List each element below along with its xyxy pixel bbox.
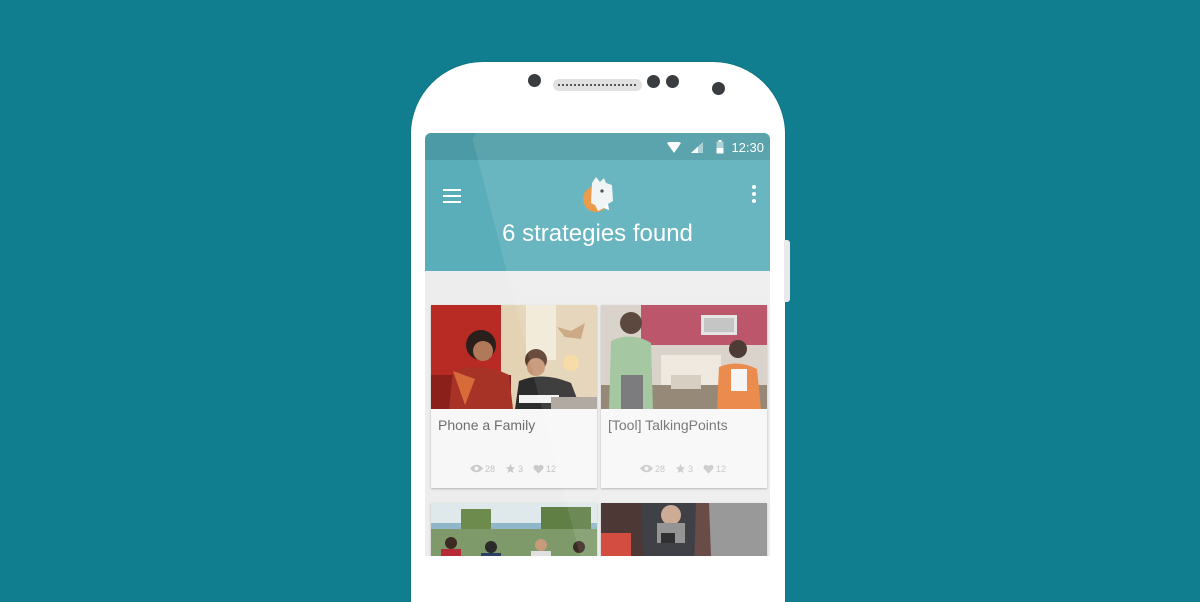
page-title: 6 strategies found: [502, 220, 693, 247]
card-stats: 28 3 12: [640, 463, 726, 474]
app-bar: 6 strategies found: [425, 160, 770, 271]
front-camera: [528, 74, 541, 87]
proximity-sensor: [647, 75, 660, 88]
strategy-card[interactable]: [Tool] TalkingPoints 28 3 12: [601, 305, 767, 488]
card-stats: 28 3 12: [470, 463, 556, 474]
star-count: 3: [518, 463, 524, 474]
strategy-card[interactable]: [431, 503, 597, 556]
wifi-icon: [667, 142, 681, 153]
view-count: 28: [655, 463, 666, 474]
star-count: 3: [688, 463, 694, 474]
like-count: 12: [716, 463, 727, 474]
light-sensor: [666, 75, 679, 88]
card-photo: [431, 305, 597, 409]
status-time: 12:30: [731, 140, 764, 155]
earpiece-speaker: [553, 79, 642, 91]
eye-icon: [470, 464, 483, 473]
card-title: [Tool] TalkingPoints: [608, 417, 728, 433]
star-icon: [505, 463, 516, 474]
card-title: Phone a Family: [438, 417, 536, 433]
phone-side-button: [784, 240, 790, 302]
card-photo: [601, 503, 767, 556]
like-count: 12: [546, 463, 557, 474]
card-photo: [601, 305, 767, 409]
star-icon: [675, 463, 686, 474]
status-bar: 12:30: [425, 133, 770, 160]
heart-icon: [533, 464, 544, 474]
app-logo: [583, 177, 613, 212]
phone-screen: 12:30 6 strategies found Phone a Family …: [425, 133, 770, 556]
strategy-card[interactable]: [601, 503, 767, 556]
battery-icon: [716, 140, 724, 154]
eye-icon: [640, 464, 653, 473]
view-count: 28: [485, 463, 496, 474]
more-vert-icon[interactable]: [750, 185, 758, 203]
strategy-card[interactable]: Phone a Family 28 3 12: [431, 305, 597, 488]
signal-icon: [691, 142, 703, 153]
card-photo: [431, 503, 597, 556]
heart-icon: [703, 464, 714, 474]
sensor-dot: [712, 82, 725, 95]
hamburger-menu-icon[interactable]: [443, 189, 461, 203]
